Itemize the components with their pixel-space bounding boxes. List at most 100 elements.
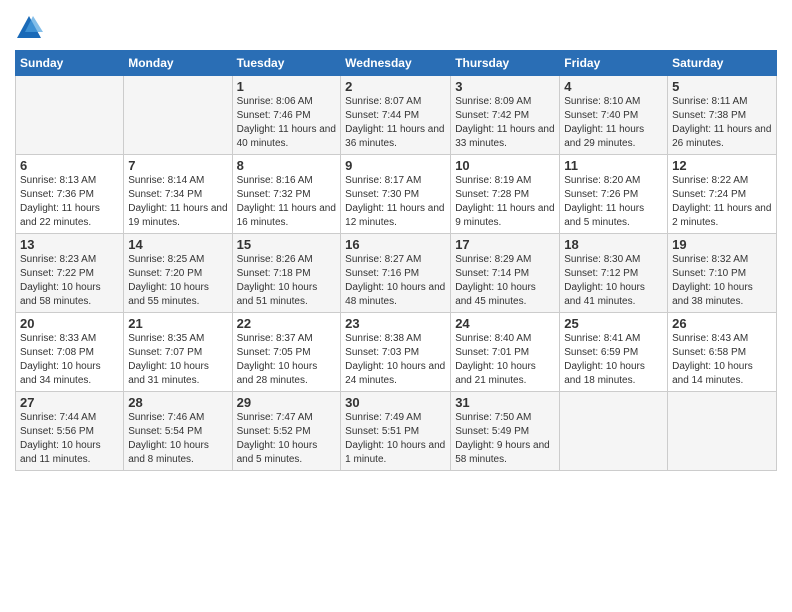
day-info: Sunrise: 8:09 AM Sunset: 7:42 PM Dayligh… [455, 95, 555, 151]
day-info: Sunrise: 8:25 AM Sunset: 7:20 PM Dayligh… [128, 253, 227, 309]
calendar-week-row: 6Sunrise: 8:13 AM Sunset: 7:36 PM Daylig… [16, 155, 777, 234]
day-info: Sunrise: 8:40 AM Sunset: 7:01 PM Dayligh… [455, 332, 555, 388]
day-info: Sunrise: 7:46 AM Sunset: 5:54 PM Dayligh… [128, 411, 227, 467]
calendar-cell: 11Sunrise: 8:20 AM Sunset: 7:26 PM Dayli… [560, 155, 668, 234]
calendar-cell [668, 392, 777, 471]
day-number: 22 [237, 316, 337, 331]
day-info: Sunrise: 7:44 AM Sunset: 5:56 PM Dayligh… [20, 411, 119, 467]
day-info: Sunrise: 8:17 AM Sunset: 7:30 PM Dayligh… [345, 174, 446, 230]
calendar-week-row: 27Sunrise: 7:44 AM Sunset: 5:56 PM Dayli… [16, 392, 777, 471]
day-info: Sunrise: 8:19 AM Sunset: 7:28 PM Dayligh… [455, 174, 555, 230]
calendar-body: 1Sunrise: 8:06 AM Sunset: 7:46 PM Daylig… [16, 76, 777, 471]
day-number: 7 [128, 158, 227, 173]
calendar-cell: 12Sunrise: 8:22 AM Sunset: 7:24 PM Dayli… [668, 155, 777, 234]
calendar-header-thursday: Thursday [451, 51, 560, 76]
day-info: Sunrise: 8:07 AM Sunset: 7:44 PM Dayligh… [345, 95, 446, 151]
day-info: Sunrise: 7:49 AM Sunset: 5:51 PM Dayligh… [345, 411, 446, 467]
day-number: 12 [672, 158, 772, 173]
calendar-week-row: 13Sunrise: 8:23 AM Sunset: 7:22 PM Dayli… [16, 234, 777, 313]
calendar-cell: 1Sunrise: 8:06 AM Sunset: 7:46 PM Daylig… [232, 76, 341, 155]
day-number: 26 [672, 316, 772, 331]
calendar-cell: 7Sunrise: 8:14 AM Sunset: 7:34 PM Daylig… [124, 155, 232, 234]
day-number: 4 [564, 79, 663, 94]
calendar-week-row: 20Sunrise: 8:33 AM Sunset: 7:08 PM Dayli… [16, 313, 777, 392]
day-number: 9 [345, 158, 446, 173]
day-info: Sunrise: 8:30 AM Sunset: 7:12 PM Dayligh… [564, 253, 663, 309]
calendar-cell: 5Sunrise: 8:11 AM Sunset: 7:38 PM Daylig… [668, 76, 777, 155]
day-number: 21 [128, 316, 227, 331]
day-number: 25 [564, 316, 663, 331]
day-info: Sunrise: 8:27 AM Sunset: 7:16 PM Dayligh… [345, 253, 446, 309]
day-info: Sunrise: 8:14 AM Sunset: 7:34 PM Dayligh… [128, 174, 227, 230]
calendar-cell: 31Sunrise: 7:50 AM Sunset: 5:49 PM Dayli… [451, 392, 560, 471]
calendar-header-monday: Monday [124, 51, 232, 76]
calendar-cell: 8Sunrise: 8:16 AM Sunset: 7:32 PM Daylig… [232, 155, 341, 234]
day-number: 2 [345, 79, 446, 94]
calendar-cell: 9Sunrise: 8:17 AM Sunset: 7:30 PM Daylig… [341, 155, 451, 234]
calendar-cell: 15Sunrise: 8:26 AM Sunset: 7:18 PM Dayli… [232, 234, 341, 313]
day-info: Sunrise: 8:11 AM Sunset: 7:38 PM Dayligh… [672, 95, 772, 151]
day-number: 24 [455, 316, 555, 331]
day-info: Sunrise: 8:10 AM Sunset: 7:40 PM Dayligh… [564, 95, 663, 151]
calendar-cell: 26Sunrise: 8:43 AM Sunset: 6:58 PM Dayli… [668, 313, 777, 392]
day-number: 31 [455, 395, 555, 410]
day-info: Sunrise: 8:06 AM Sunset: 7:46 PM Dayligh… [237, 95, 337, 151]
calendar-cell: 17Sunrise: 8:29 AM Sunset: 7:14 PM Dayli… [451, 234, 560, 313]
calendar-cell: 24Sunrise: 8:40 AM Sunset: 7:01 PM Dayli… [451, 313, 560, 392]
calendar-cell: 25Sunrise: 8:41 AM Sunset: 6:59 PM Dayli… [560, 313, 668, 392]
day-info: Sunrise: 7:47 AM Sunset: 5:52 PM Dayligh… [237, 411, 337, 467]
day-number: 1 [237, 79, 337, 94]
calendar-cell: 23Sunrise: 8:38 AM Sunset: 7:03 PM Dayli… [341, 313, 451, 392]
calendar-cell: 29Sunrise: 7:47 AM Sunset: 5:52 PM Dayli… [232, 392, 341, 471]
calendar-cell: 19Sunrise: 8:32 AM Sunset: 7:10 PM Dayli… [668, 234, 777, 313]
day-info: Sunrise: 8:13 AM Sunset: 7:36 PM Dayligh… [20, 174, 119, 230]
calendar-cell: 30Sunrise: 7:49 AM Sunset: 5:51 PM Dayli… [341, 392, 451, 471]
calendar-cell: 27Sunrise: 7:44 AM Sunset: 5:56 PM Dayli… [16, 392, 124, 471]
day-info: Sunrise: 8:26 AM Sunset: 7:18 PM Dayligh… [237, 253, 337, 309]
day-number: 18 [564, 237, 663, 252]
day-number: 13 [20, 237, 119, 252]
day-number: 3 [455, 79, 555, 94]
day-info: Sunrise: 8:32 AM Sunset: 7:10 PM Dayligh… [672, 253, 772, 309]
calendar-cell [16, 76, 124, 155]
day-number: 28 [128, 395, 227, 410]
day-number: 8 [237, 158, 337, 173]
calendar-table: SundayMondayTuesdayWednesdayThursdayFrid… [15, 50, 777, 471]
day-info: Sunrise: 8:22 AM Sunset: 7:24 PM Dayligh… [672, 174, 772, 230]
day-info: Sunrise: 8:20 AM Sunset: 7:26 PM Dayligh… [564, 174, 663, 230]
calendar-cell: 21Sunrise: 8:35 AM Sunset: 7:07 PM Dayli… [124, 313, 232, 392]
calendar-cell: 20Sunrise: 8:33 AM Sunset: 7:08 PM Dayli… [16, 313, 124, 392]
header [15, 10, 777, 42]
calendar-cell [124, 76, 232, 155]
day-info: Sunrise: 8:37 AM Sunset: 7:05 PM Dayligh… [237, 332, 337, 388]
calendar-cell: 18Sunrise: 8:30 AM Sunset: 7:12 PM Dayli… [560, 234, 668, 313]
day-info: Sunrise: 8:38 AM Sunset: 7:03 PM Dayligh… [345, 332, 446, 388]
calendar-cell: 10Sunrise: 8:19 AM Sunset: 7:28 PM Dayli… [451, 155, 560, 234]
calendar-week-row: 1Sunrise: 8:06 AM Sunset: 7:46 PM Daylig… [16, 76, 777, 155]
calendar-cell: 6Sunrise: 8:13 AM Sunset: 7:36 PM Daylig… [16, 155, 124, 234]
day-number: 15 [237, 237, 337, 252]
day-number: 17 [455, 237, 555, 252]
logo-icon [15, 14, 43, 42]
calendar-header-friday: Friday [560, 51, 668, 76]
day-info: Sunrise: 8:29 AM Sunset: 7:14 PM Dayligh… [455, 253, 555, 309]
day-number: 16 [345, 237, 446, 252]
calendar-cell: 13Sunrise: 8:23 AM Sunset: 7:22 PM Dayli… [16, 234, 124, 313]
day-number: 20 [20, 316, 119, 331]
calendar-header-sunday: Sunday [16, 51, 124, 76]
calendar-cell [560, 392, 668, 471]
day-number: 19 [672, 237, 772, 252]
day-info: Sunrise: 8:35 AM Sunset: 7:07 PM Dayligh… [128, 332, 227, 388]
logo [15, 14, 47, 42]
day-number: 29 [237, 395, 337, 410]
calendar-cell: 16Sunrise: 8:27 AM Sunset: 7:16 PM Dayli… [341, 234, 451, 313]
day-number: 27 [20, 395, 119, 410]
day-info: Sunrise: 8:16 AM Sunset: 7:32 PM Dayligh… [237, 174, 337, 230]
day-info: Sunrise: 7:50 AM Sunset: 5:49 PM Dayligh… [455, 411, 555, 467]
calendar-cell: 28Sunrise: 7:46 AM Sunset: 5:54 PM Dayli… [124, 392, 232, 471]
calendar-header-wednesday: Wednesday [341, 51, 451, 76]
calendar-cell: 2Sunrise: 8:07 AM Sunset: 7:44 PM Daylig… [341, 76, 451, 155]
day-number: 14 [128, 237, 227, 252]
day-number: 30 [345, 395, 446, 410]
day-info: Sunrise: 8:43 AM Sunset: 6:58 PM Dayligh… [672, 332, 772, 388]
